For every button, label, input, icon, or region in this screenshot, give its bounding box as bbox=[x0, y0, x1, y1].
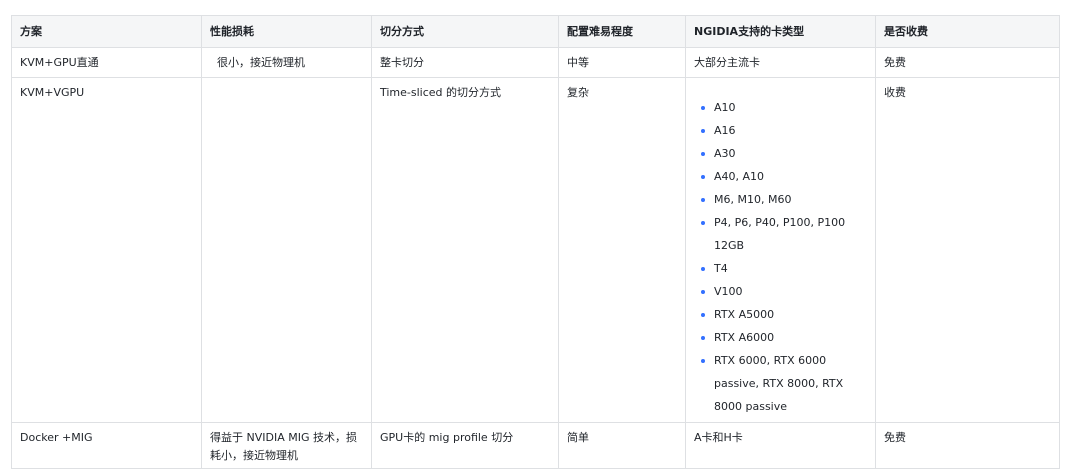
cell-performance-loss bbox=[201, 77, 372, 423]
cell-scheme: KVM+VGPU bbox=[11, 77, 202, 423]
cell-scheme: Docker +MIG bbox=[11, 422, 202, 469]
cell-split-method: Time-sliced 的切分方式 bbox=[371, 77, 559, 423]
list-item: RTX A6000 bbox=[701, 326, 867, 349]
list-item: T4 bbox=[701, 257, 867, 280]
cell-performance-loss: 得益于 NVIDIA MIG 技术，损耗小，接近物理机 bbox=[201, 422, 372, 469]
cell-split-method: 整卡切分 bbox=[371, 47, 559, 78]
table-row: KVM+GPU直通 很小，接近物理机 整卡切分 中等 大部分主流卡 免费 bbox=[11, 47, 1060, 78]
cell-config-difficulty: 复杂 bbox=[558, 77, 686, 423]
gpu-scheme-comparison-table: 方案 性能损耗 切分方式 配置难易程度 NGIDIA支持的卡类型 是否收费 KV… bbox=[11, 15, 1060, 469]
list-item: P4, P6, P40, P100, P100 12GB bbox=[701, 211, 867, 257]
header-performance-loss: 性能损耗 bbox=[201, 15, 372, 48]
list-item: A10 bbox=[701, 96, 867, 119]
cell-fee: 免费 bbox=[875, 47, 1060, 78]
header-split-method: 切分方式 bbox=[371, 15, 559, 48]
cell-supported-cards: A卡和H卡 bbox=[685, 422, 876, 469]
list-item: A40, A10 bbox=[701, 165, 867, 188]
table-row: Docker +MIG 得益于 NVIDIA MIG 技术，损耗小，接近物理机 … bbox=[11, 422, 1060, 469]
list-item: V100 bbox=[701, 280, 867, 303]
list-item: RTX A5000 bbox=[701, 303, 867, 326]
header-fee: 是否收费 bbox=[875, 15, 1060, 48]
list-item: A30 bbox=[701, 142, 867, 165]
cell-config-difficulty: 中等 bbox=[558, 47, 686, 78]
list-item: A16 bbox=[701, 119, 867, 142]
cell-performance-loss: 很小，接近物理机 bbox=[201, 47, 372, 78]
cell-supported-cards: 大部分主流卡 bbox=[685, 47, 876, 78]
comparison-table-container: 方案 性能损耗 切分方式 配置难易程度 NGIDIA支持的卡类型 是否收费 KV… bbox=[11, 15, 1060, 469]
list-item: RTX 6000, RTX 6000 passive, RTX 8000, RT… bbox=[701, 349, 867, 418]
supported-card-list: A10 A16 A30 A40, A10 M6, M10, M60 P4, P6… bbox=[694, 96, 867, 418]
header-scheme: 方案 bbox=[11, 15, 202, 48]
list-item: M6, M10, M60 bbox=[701, 188, 867, 211]
table-row: KVM+VGPU Time-sliced 的切分方式 复杂 A10 A16 A3… bbox=[11, 77, 1060, 423]
cell-fee: 免费 bbox=[875, 422, 1060, 469]
cell-fee: 收费 bbox=[875, 77, 1060, 423]
cell-split-method: GPU卡的 mig profile 切分 bbox=[371, 422, 559, 469]
header-config-difficulty: 配置难易程度 bbox=[558, 15, 686, 48]
cell-supported-cards: A10 A16 A30 A40, A10 M6, M10, M60 P4, P6… bbox=[685, 77, 876, 423]
cell-scheme: KVM+GPU直通 bbox=[11, 47, 202, 78]
cell-config-difficulty: 简单 bbox=[558, 422, 686, 469]
header-supported-cards: NGIDIA支持的卡类型 bbox=[685, 15, 876, 48]
table-header-row: 方案 性能损耗 切分方式 配置难易程度 NGIDIA支持的卡类型 是否收费 bbox=[11, 15, 1060, 48]
